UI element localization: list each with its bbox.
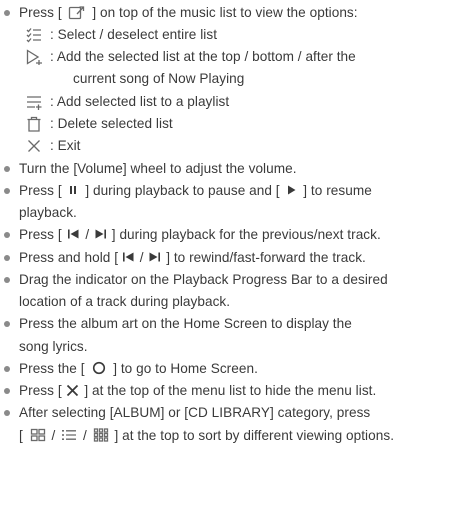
bullet-drag-cont: location of a track during playback. xyxy=(0,291,472,313)
add-to-now-playing-icon xyxy=(26,49,42,65)
bullet-dot xyxy=(4,232,10,238)
next-icon xyxy=(149,252,161,262)
add-to-playlist-icon xyxy=(27,96,42,110)
sort-text-post: ] at the top to sort by different viewin… xyxy=(114,428,395,443)
bullet-pause-cont: playback. xyxy=(0,202,472,224)
pause-text-pre: Press [ xyxy=(19,183,62,198)
previous-icon xyxy=(122,252,134,262)
bullet-pause: Press [ ] during playback to pause and [… xyxy=(0,180,472,202)
option-add-playlist: : Add selected list to a playlist xyxy=(0,91,472,113)
bullet-dot xyxy=(4,166,10,172)
bullet-home: Press the [ ] to go to Home Screen. xyxy=(0,358,472,380)
drag-text-line1: Drag the indicator on the Playback Progr… xyxy=(19,272,388,287)
previous-icon xyxy=(68,229,79,239)
bullet-prevnext: Press [ / ] during playback for the prev… xyxy=(0,224,472,246)
close-icon xyxy=(67,384,79,397)
sort-sep-2: / xyxy=(82,428,87,443)
bullet-lyrics-cont: song lyrics. xyxy=(0,336,472,358)
option-delete: : Delete selected list xyxy=(0,113,472,135)
pause-text-mid: ] during playback to pause and [ xyxy=(85,183,280,198)
sort-text-pre: [ xyxy=(19,428,23,443)
close-icon xyxy=(28,140,40,152)
option-exit: : Exit xyxy=(0,135,472,157)
bullet-dot xyxy=(4,410,10,416)
option-exit-text: : Exit xyxy=(50,138,81,153)
sort-sep-1: / xyxy=(51,428,56,443)
pause-icon xyxy=(70,186,77,195)
bullet-dot xyxy=(4,321,10,327)
option-playlist-text: : Add selected list to a playlist xyxy=(50,94,230,109)
volume-text: Turn the [Volume] wheel to adjust the vo… xyxy=(19,161,297,176)
drag-text-line2: location of a track during playback. xyxy=(19,294,231,309)
prevnext-text-pre: Press [ xyxy=(19,227,62,242)
home-circle-icon xyxy=(93,362,106,375)
hide-text-pre: Press [ xyxy=(19,383,62,398)
prevnext-text-post: ] during playback for the previous/next … xyxy=(111,227,381,242)
bullet-options: Press [ ] on top of the music list to vi… xyxy=(0,2,472,24)
lyrics-text-line1: Press the album art on the Home Screen t… xyxy=(19,316,352,331)
bullet-dot xyxy=(4,188,10,194)
bullet-dot xyxy=(4,277,10,283)
sort-text-line1: After selecting [ALBUM] or [CD LIBRARY] … xyxy=(19,405,371,420)
bullet-lyrics: Press the album art on the Home Screen t… xyxy=(0,313,472,335)
hold-text-post: ] to rewind/fast-forward the track. xyxy=(166,250,366,265)
option-add-now-playing: : Add the selected list at the top / bot… xyxy=(0,46,472,68)
hide-text-post: ] at the top of the menu list to hide th… xyxy=(84,383,377,398)
prevnext-sep: / xyxy=(85,227,90,242)
home-text-pre: Press the [ xyxy=(19,361,85,376)
bullet-hide: Press [ ] at the top of the menu list to… xyxy=(0,380,472,402)
pause-text-post: ] to resume xyxy=(303,183,372,198)
bullet-dot xyxy=(4,10,10,16)
tile-view-icon xyxy=(93,428,108,443)
bullet-sort-cont: [ / /] at the top to sort by different … xyxy=(0,425,472,447)
trash-icon xyxy=(27,116,41,132)
option-add-text-1: : Add the selected list at the top / bot… xyxy=(50,49,356,64)
hold-text-pre: Press and hold [ xyxy=(19,250,119,265)
option-delete-text: : Delete selected list xyxy=(50,116,173,131)
options-icon xyxy=(69,6,85,20)
home-text-post: ] to go to Home Screen. xyxy=(113,361,258,376)
grid-view-icon xyxy=(30,429,45,442)
select-all-icon xyxy=(26,28,41,43)
bullet-dot xyxy=(4,366,10,372)
lyrics-text-line2: song lyrics. xyxy=(19,339,88,354)
hold-sep: / xyxy=(139,250,144,265)
bullet-volume: Turn the [Volume] wheel to adjust the vo… xyxy=(0,158,472,180)
play-icon xyxy=(288,185,296,195)
bullet-dot xyxy=(4,255,10,261)
option-add-now-playing-cont: current song of Now Playing xyxy=(0,68,472,90)
option-add-text-2: current song of Now Playing xyxy=(73,71,245,86)
option-select: : Select / deselect entire list xyxy=(0,24,472,46)
pause-text-line2: playback. xyxy=(19,205,77,220)
options-text-post: ] on top of the music list to view the o… xyxy=(92,5,358,20)
next-icon xyxy=(95,229,106,239)
bullet-hold: Press and hold [ / ] to rewind/fast-forw… xyxy=(0,247,472,269)
bullet-dot xyxy=(4,388,10,394)
bullet-sort: After selecting [ALBUM] or [CD LIBRARY] … xyxy=(0,402,472,424)
list-view-icon xyxy=(62,430,77,441)
instructions-page: Press [ ] on top of the music list to vi… xyxy=(0,0,472,530)
options-text-pre: Press [ xyxy=(19,5,62,20)
option-select-text: : Select / deselect entire list xyxy=(50,27,218,42)
bullet-drag: Drag the indicator on the Playback Progr… xyxy=(0,269,472,291)
